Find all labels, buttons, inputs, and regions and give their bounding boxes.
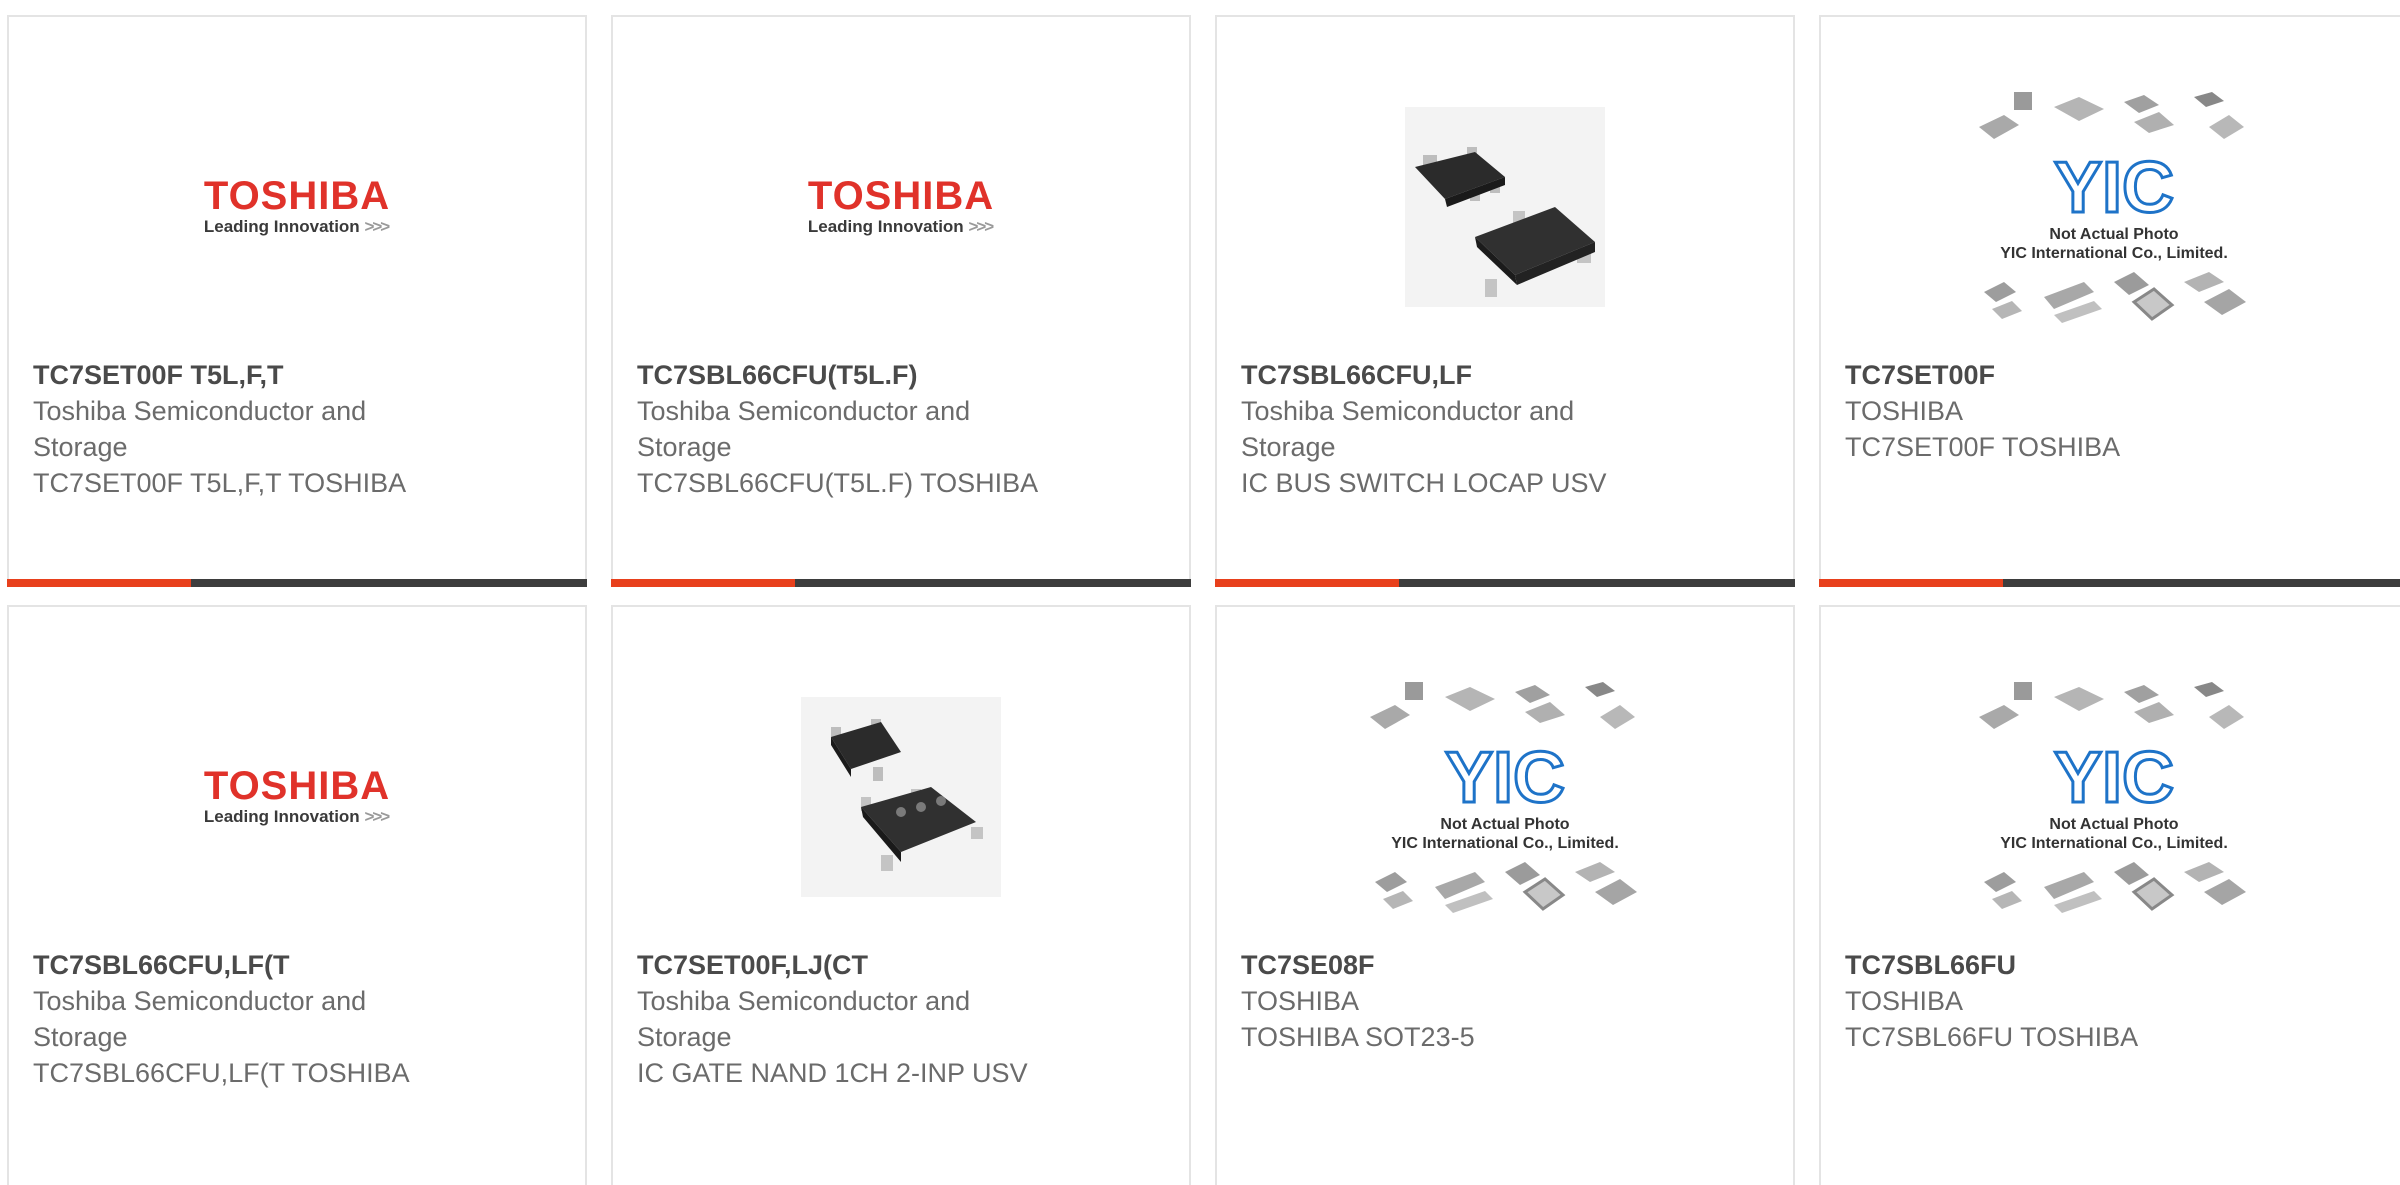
card-bottom-bar (1819, 579, 2400, 587)
part-number-link[interactable]: TC7SET00F,LJ(CT (637, 947, 1057, 983)
svg-text:YIC: YIC (2054, 738, 2174, 818)
not-actual-photo-placeholder: YIC Not Actual Photo YIC International C… (1974, 87, 2254, 327)
description: IC GATE NAND 1CH 2-INP USV (637, 1058, 1028, 1088)
chip-photo (1405, 107, 1605, 307)
manufacturer: Toshiba Semiconductor and (637, 396, 971, 426)
product-card[interactable]: TOSHIBA Leading Innovation >>> TC7SBL66C… (7, 605, 587, 1185)
card-bottom-bar (1215, 579, 1795, 587)
part-number-link[interactable]: TC7SET00F T5L,F,T (33, 357, 453, 393)
manufacturer-cont: Storage (1241, 432, 1336, 462)
product-image[interactable]: YIC Not Actual Photo YIC International C… (1821, 647, 2400, 947)
product-card[interactable]: TOSHIBA Leading Innovation >>> TC7SBL66C… (611, 15, 1191, 587)
not-actual-photo-placeholder: YIC Not Actual Photo YIC International C… (1974, 677, 2254, 917)
part-number-link[interactable]: TC7SBL66CFU,LF (1241, 357, 1661, 393)
description: TC7SET00F TOSHIBA (1845, 432, 2121, 462)
manufacturer: Toshiba Semiconductor and (1241, 396, 1575, 426)
product-card[interactable]: YIC Not Actual Photo YIC International C… (1819, 15, 2400, 587)
manufacturer-cont: Storage (637, 432, 732, 462)
product-image[interactable]: TOSHIBA Leading Innovation >>> (613, 57, 1189, 357)
product-card[interactable]: TC7SET00F,LJ(CT Toshiba Semiconductor an… (611, 605, 1191, 1185)
manufacturer: Toshiba Semiconductor and (33, 396, 367, 426)
description: TOSHIBA SOT23-5 (1241, 1022, 1475, 1052)
product-image[interactable]: TOSHIBA Leading Innovation >>> (9, 647, 585, 947)
part-number-link[interactable]: TC7SET00F (1845, 357, 2265, 393)
product-image[interactable] (1217, 57, 1793, 357)
description: TC7SET00F T5L,F,T TOSHIBA (33, 468, 407, 498)
card-bottom-bar (611, 579, 1191, 587)
product-card[interactable]: YIC Not Actual Photo YIC International C… (1215, 605, 1795, 1185)
manufacturer-cont: Storage (33, 432, 128, 462)
manufacturer-cont: Storage (637, 1022, 732, 1052)
toshiba-logo: TOSHIBA Leading Innovation >>> (203, 174, 391, 236)
svg-text:YIC: YIC (2054, 148, 2174, 228)
part-number-link[interactable]: TC7SBL66CFU(T5L.F) (637, 357, 1057, 393)
description: TC7SBL66CFU(T5L.F) TOSHIBA (637, 468, 1039, 498)
description: IC BUS SWITCH LOCAP USV (1241, 468, 1607, 498)
toshiba-logo: TOSHIBA Leading Innovation >>> (807, 174, 995, 236)
product-image[interactable]: YIC Not Actual Photo YIC International C… (1217, 647, 1793, 947)
not-actual-photo-placeholder: YIC Not Actual Photo YIC International C… (1365, 677, 1645, 917)
product-card[interactable]: TC7SBL66CFU,LF Toshiba Semiconductor and… (1215, 15, 1795, 587)
product-image[interactable]: TOSHIBA Leading Innovation >>> (9, 57, 585, 357)
svg-text:YIC: YIC (1445, 738, 1565, 818)
product-image[interactable]: YIC Not Actual Photo YIC International C… (1821, 57, 2400, 357)
manufacturer: Toshiba Semiconductor and (637, 986, 971, 1016)
description: TC7SBL66FU TOSHIBA (1845, 1022, 2139, 1052)
part-number-link[interactable]: TC7SBL66FU (1845, 947, 2265, 983)
manufacturer: TOSHIBA (1845, 396, 1964, 426)
card-bottom-bar (7, 579, 587, 587)
toshiba-logo: TOSHIBA Leading Innovation >>> (203, 764, 391, 826)
manufacturer: Toshiba Semiconductor and (33, 986, 367, 1016)
chip-photo (801, 697, 1001, 897)
product-image[interactable] (613, 647, 1189, 947)
product-card[interactable]: YIC Not Actual Photo YIC International C… (1819, 605, 2400, 1185)
part-number-link[interactable]: TC7SE08F (1241, 947, 1661, 983)
manufacturer-cont: Storage (33, 1022, 128, 1052)
manufacturer: TOSHIBA (1845, 986, 1964, 1016)
product-card[interactable]: TOSHIBA Leading Innovation >>> TC7SET00F… (7, 15, 587, 587)
manufacturer: TOSHIBA (1241, 986, 1360, 1016)
part-number-link[interactable]: TC7SBL66CFU,LF(T (33, 947, 453, 983)
description: TC7SBL66CFU,LF(T TOSHIBA (33, 1058, 410, 1088)
